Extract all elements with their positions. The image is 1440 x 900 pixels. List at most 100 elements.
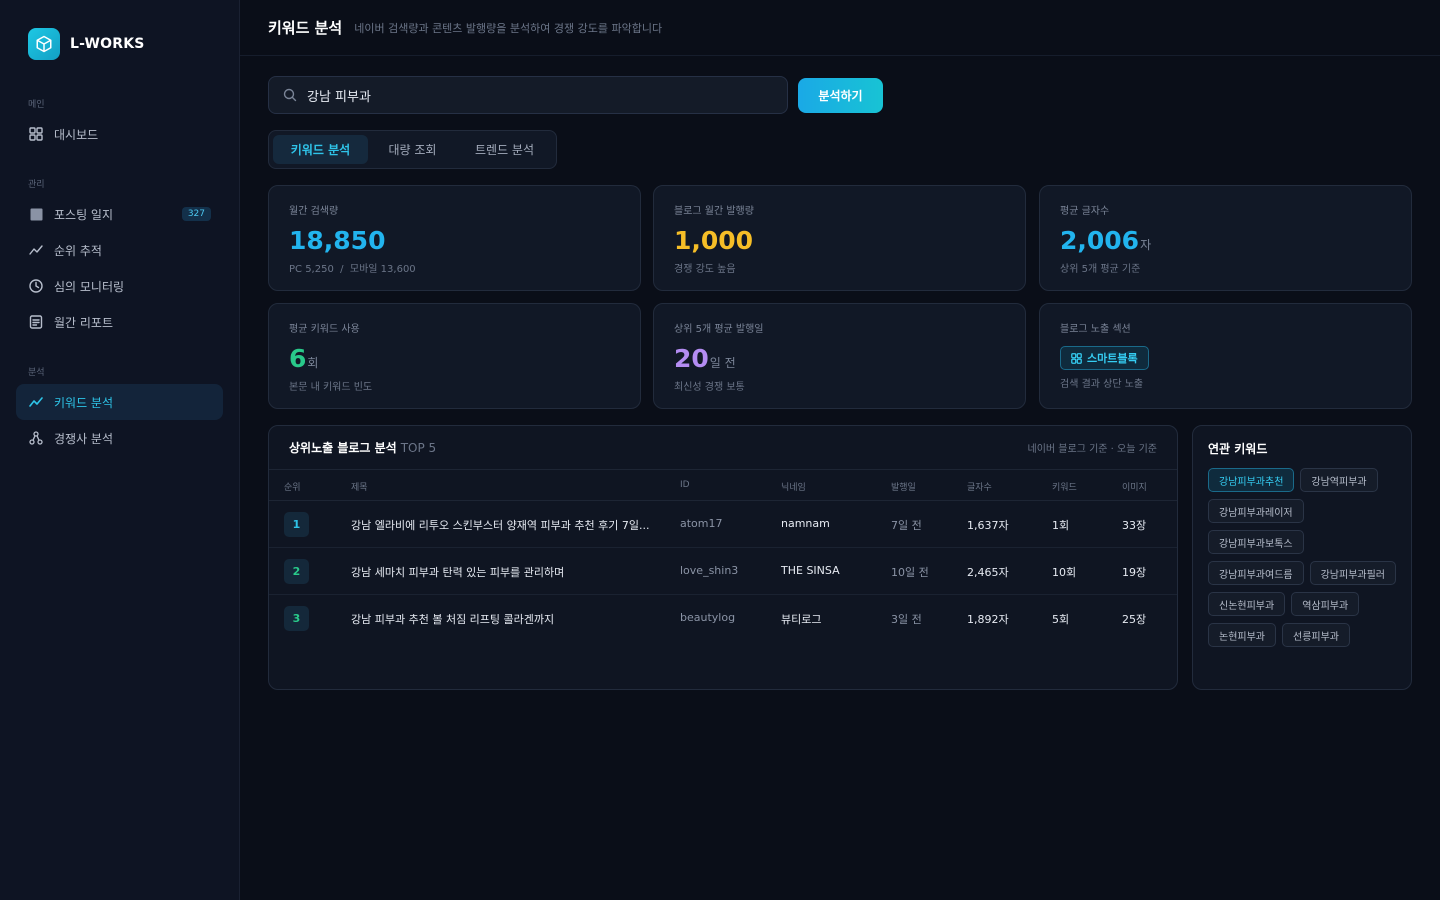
column-header: 순위 xyxy=(284,483,301,493)
related-keywords-title: 연관 키워드 xyxy=(1208,442,1268,456)
post-title[interactable]: 강남 피부과 추천 볼 처짐 리프팅 콜라겐까지 xyxy=(351,611,554,627)
keyword-chip[interactable]: 선릉피부과 xyxy=(1282,623,1350,647)
table-row[interactable]: 3 강남 피부과 추천 볼 처짐 리프팅 콜라겐까지 beautylog 뷰티로… xyxy=(269,595,1177,642)
rank-badge: 2 xyxy=(284,559,309,584)
column-header: 이미지 xyxy=(1122,483,1147,493)
column-header: 발행일 xyxy=(891,483,916,493)
stat-card-monthly-search: 월간 검색량 18,850 PC 5,250 / 모바일 13,600 xyxy=(268,185,641,291)
blog-id: love_shin3 xyxy=(680,564,739,577)
sidebar-item-rank-tracking[interactable]: 순위 추적 xyxy=(16,232,223,268)
column-header: ID xyxy=(680,480,690,490)
keyword-chip[interactable]: 신논현피부과 xyxy=(1208,592,1286,616)
blog-id: atom17 xyxy=(680,517,723,530)
square-icon xyxy=(28,206,44,222)
stat-card-avg-chars: 평균 글자수 2,006 자 상위 5개 평균 기준 xyxy=(1039,185,1412,291)
char-count: 2,465자 xyxy=(967,566,1009,579)
page-header: 키워드 분석 네이버 검색량과 콘텐츠 발행량을 분석하여 경쟁 강도를 파악합… xyxy=(240,0,1440,56)
page-subtitle: 네이버 검색량과 콘텐츠 발행량을 분석하여 경쟁 강도를 파악합니다 xyxy=(354,21,663,35)
stat-unit: 자 xyxy=(1140,238,1152,252)
sidebar: L-WORKS 메인 대시보드 관리 포스팅 일지 327 순위 추적 심의 모… xyxy=(0,0,240,900)
page-title: 키워드 분석 xyxy=(268,19,343,37)
keyword-chip[interactable]: 강남피부과여드름 xyxy=(1208,561,1304,585)
stat-unit: 회 xyxy=(307,356,319,370)
stat-sub: PC 5,250 / 모바일 13,600 xyxy=(289,264,416,275)
table-row[interactable]: 1 강남 엘라비에 리투오 스킨부스터 양재역 피부과 추천 후기 7일... … xyxy=(269,501,1177,548)
table-header: 순위 제목 ID 닉네임 발행일 글자수 키워드 이미지 xyxy=(269,470,1177,501)
post-title[interactable]: 강남 세마치 피부과 탄력 있는 피부를 관리하며 xyxy=(351,564,564,580)
image-count: 33장 xyxy=(1122,519,1147,532)
stat-sub: 본문 내 키워드 빈도 xyxy=(289,382,373,393)
tab-bulk-lookup[interactable]: 대량 조회 xyxy=(368,135,457,164)
char-count: 1,892자 xyxy=(967,613,1009,626)
image-count: 19장 xyxy=(1122,566,1147,579)
publish-date: 7일 전 xyxy=(891,519,922,532)
tab-keyword-analysis[interactable]: 키워드 분석 xyxy=(273,135,368,164)
analyze-button[interactable]: 분석하기 xyxy=(798,78,883,113)
top-blog-table-panel: 상위노출 블로그 분석 TOP 5 네이버 블로그 기준 · 오늘 기준 순위 … xyxy=(268,425,1178,690)
stat-sub: 경쟁 강도 높음 xyxy=(674,264,736,275)
grid-icon xyxy=(28,126,44,142)
sidebar-item-review-monitoring[interactable]: 심의 모니터링 xyxy=(16,268,223,304)
tab-trend-analysis[interactable]: 트렌드 분석 xyxy=(457,135,552,164)
column-header: 제목 xyxy=(351,483,368,493)
rank-badge: 1 xyxy=(284,512,309,537)
stat-label: 평균 글자수 xyxy=(1060,206,1110,217)
table-meta: 네이버 블로그 기준 · 오늘 기준 xyxy=(1027,444,1157,455)
cube-logo-icon xyxy=(28,28,60,60)
keyword-count: 10회 xyxy=(1052,566,1077,579)
keyword-count: 5회 xyxy=(1052,613,1070,626)
trend-icon xyxy=(28,242,44,258)
rank-badge: 3 xyxy=(284,606,309,631)
post-title[interactable]: 강남 엘라비에 리투오 스킨부스터 양재역 피부과 추천 후기 7일... xyxy=(351,517,649,533)
stat-card-blog-section: 블로그 노출 섹션 스마트블록 검색 결과 상단 노출 xyxy=(1039,303,1412,409)
search-input[interactable] xyxy=(307,87,747,103)
document-icon xyxy=(28,314,44,330)
stat-sub: 최신성 경쟁 보통 xyxy=(674,382,745,393)
keyword-chip[interactable]: 강남역피부과 xyxy=(1300,468,1378,492)
stat-label: 블로그 월간 발행량 xyxy=(674,206,754,217)
nav-section-main: 메인 xyxy=(28,100,45,110)
sidebar-item-monthly-report[interactable]: 월간 리포트 xyxy=(16,304,223,340)
sidebar-item-dashboard[interactable]: 대시보드 xyxy=(16,116,223,152)
keyword-chip[interactable]: 강남피부과필러 xyxy=(1309,561,1397,585)
nickname: 뷰티로그 xyxy=(781,613,822,626)
stat-unit: 일 전 xyxy=(709,356,736,370)
stat-value: 6 xyxy=(289,344,307,373)
smart-block-label: 스마트블록 xyxy=(1087,352,1138,365)
blog-id: beautylog xyxy=(680,611,736,624)
nav-section-analysis: 분석 xyxy=(28,368,45,378)
nickname: THE SINSA xyxy=(781,564,840,577)
chart-line-icon xyxy=(28,394,44,410)
stat-value: 2,006 xyxy=(1060,226,1140,255)
related-keywords-panel: 연관 키워드 강남피부과추천 강남역피부과 강남피부과레이저 강남피부과보톡스 … xyxy=(1192,425,1412,690)
stat-sub: 검색 결과 상단 노출 xyxy=(1060,379,1144,390)
keyword-chip[interactable]: 강남피부과레이저 xyxy=(1208,499,1304,523)
grid-icon xyxy=(1071,352,1087,364)
image-count: 25장 xyxy=(1122,613,1147,626)
count-badge: 327 xyxy=(181,207,211,221)
sidebar-item-label: 대시보드 xyxy=(54,127,99,142)
stat-sub: 상위 5개 평균 기준 xyxy=(1060,264,1141,275)
stat-card-blog-volume: 블로그 월간 발행량 1,000 경쟁 강도 높음 xyxy=(653,185,1026,291)
keyword-chip[interactable]: 강남피부과추천 xyxy=(1208,468,1295,492)
brand[interactable]: L-WORKS xyxy=(28,28,145,60)
column-header: 닉네임 xyxy=(781,483,806,493)
keyword-chip[interactable]: 역삼피부과 xyxy=(1291,592,1360,616)
stat-value: 20 xyxy=(674,344,709,373)
sidebar-item-posting-log[interactable]: 포스팅 일지 327 xyxy=(16,196,223,232)
column-header: 글자수 xyxy=(967,483,992,493)
nav-section-manage: 관리 xyxy=(28,180,45,190)
sidebar-item-competitor-analysis[interactable]: 경쟁사 분석 xyxy=(16,420,223,456)
keyword-count: 1회 xyxy=(1052,519,1070,532)
search-box[interactable] xyxy=(268,76,788,114)
smart-block-badge: 스마트블록 xyxy=(1060,346,1149,370)
nickname: namnam xyxy=(781,517,830,530)
table-row[interactable]: 2 강남 세마치 피부과 탄력 있는 피부를 관리하며 love_shin3 T… xyxy=(269,548,1177,595)
stat-card-avg-publish-date: 상위 5개 평균 발행일 20 일 전 최신성 경쟁 보통 xyxy=(653,303,1026,409)
keyword-chip[interactable]: 논현피부과 xyxy=(1208,623,1276,647)
column-header: 키워드 xyxy=(1052,483,1077,493)
stat-value: 1,000 xyxy=(674,226,754,255)
search-icon xyxy=(283,88,297,102)
keyword-chip[interactable]: 강남피부과보톡스 xyxy=(1208,530,1304,554)
sidebar-item-keyword-analysis[interactable]: 키워드 분석 xyxy=(16,384,223,420)
